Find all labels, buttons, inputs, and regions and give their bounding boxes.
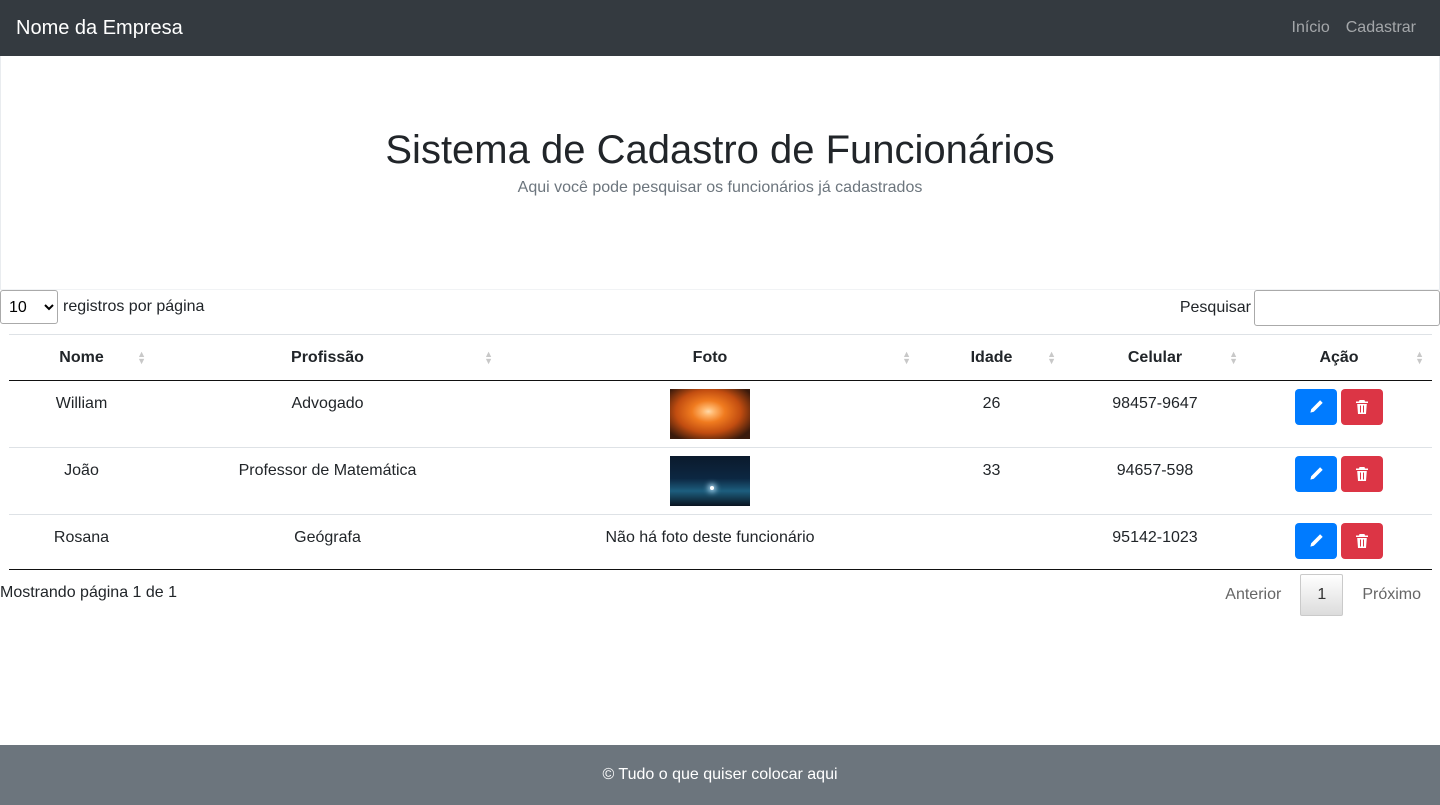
cell-profissao: Geógrafa: [154, 514, 501, 570]
column-label: Profissão: [291, 348, 364, 366]
page-subtitle: Aqui você pode pesquisar os funcionários…: [517, 179, 923, 196]
brand-link[interactable]: Nome da Empresa: [16, 17, 183, 40]
hero: Sistema de Cadastro de Funcionários Aqui…: [0, 56, 1440, 290]
cell-nome: Rosana: [9, 514, 154, 570]
footer: © Tudo o que quiser colocar aqui: [0, 745, 1440, 805]
column-label: Idade: [970, 348, 1013, 366]
cell-acao: [1246, 380, 1432, 448]
cell-foto: [501, 447, 919, 515]
delete-button[interactable]: [1341, 456, 1383, 492]
employees-table-wrapper: Nome ▲ ▼ Profissão ▲ ▼ Foto ▲ ▼ Idade ▲ ▼ Celula…: [9, 334, 1432, 570]
search-input[interactable]: [1254, 290, 1440, 326]
cell-idade: 26: [919, 380, 1064, 448]
column-label: Nome: [59, 348, 104, 366]
edit-button[interactable]: [1295, 389, 1337, 425]
cell-foto: [501, 380, 919, 448]
table-header-row: Nome ▲ ▼ Profissão ▲ ▼ Foto ▲ ▼ Idade ▲ ▼ Celula…: [9, 334, 1432, 381]
column-label: Ação: [1319, 348, 1359, 366]
search-label: Pesquisar: [1179, 299, 1251, 316]
edit-button[interactable]: [1295, 456, 1337, 492]
records-per-page: 10 registros por página: [0, 290, 204, 324]
delete-button[interactable]: [1341, 523, 1383, 559]
nav-link-inicio[interactable]: Início: [1292, 19, 1330, 37]
row-actions: [1246, 389, 1432, 425]
next-page-button[interactable]: Próximo: [1343, 586, 1440, 604]
column-header-idade[interactable]: Idade ▲ ▼: [919, 334, 1064, 381]
cell-celular: 94657-598: [1064, 447, 1246, 515]
pagination: Anterior 1 Próximo: [1206, 574, 1440, 616]
column-header-nome[interactable]: Nome ▲ ▼: [9, 334, 154, 381]
previous-page-button[interactable]: Anterior: [1206, 586, 1300, 604]
cell-nome: William: [9, 380, 154, 448]
sort-icon: ▲ ▼: [1415, 348, 1424, 366]
cell-profissao: Advogado: [154, 380, 501, 448]
table-row: William Advogado 26 98457-9647: [9, 380, 1432, 448]
pencil-icon: [1310, 534, 1323, 547]
page-button-current[interactable]: 1: [1300, 574, 1344, 616]
delete-button[interactable]: [1341, 389, 1383, 425]
column-header-celular[interactable]: Celular ▲ ▼: [1064, 334, 1246, 381]
cell-celular: 95142-1023: [1064, 514, 1246, 570]
cell-idade: 33: [919, 447, 1064, 515]
sort-icon: ▲ ▼: [484, 348, 493, 366]
pencil-icon: [1310, 467, 1323, 480]
nav-link-cadastrar[interactable]: Cadastrar: [1346, 19, 1416, 37]
employee-photo: [670, 389, 750, 439]
trash-icon: [1356, 534, 1368, 548]
column-label: Foto: [692, 348, 728, 366]
row-actions: [1246, 523, 1432, 559]
column-header-foto[interactable]: Foto ▲ ▼: [501, 334, 919, 381]
sort-icon: ▲ ▼: [902, 348, 911, 366]
table-row: Rosana Geógrafa Não há foto deste funcio…: [9, 514, 1432, 570]
column-header-profissao[interactable]: Profissão ▲ ▼: [154, 334, 501, 381]
page-title: Sistema de Cadastro de Funcionários: [385, 128, 1055, 172]
column-label: Celular: [1127, 348, 1183, 366]
sort-icon: ▲ ▼: [1047, 348, 1056, 366]
edit-button[interactable]: [1295, 523, 1337, 559]
trash-icon: [1356, 400, 1368, 414]
column-header-acao[interactable]: Ação ▲ ▼: [1246, 334, 1432, 381]
cell-acao: [1246, 514, 1432, 570]
records-per-page-label: registros por página: [63, 298, 205, 315]
nav-links: Início Cadastrar: [1292, 19, 1425, 37]
row-actions: [1246, 456, 1432, 492]
navbar: Nome da Empresa Início Cadastrar: [0, 0, 1440, 56]
footer-text: © Tudo o que quiser colocar aqui: [602, 766, 838, 783]
cell-idade: [919, 514, 1064, 570]
employees-table: Nome ▲ ▼ Profissão ▲ ▼ Foto ▲ ▼ Idade ▲ ▼ Celula…: [9, 334, 1432, 570]
cell-profissao: Professor de Matemática: [154, 447, 501, 515]
sort-icon: ▲ ▼: [1229, 348, 1238, 366]
sort-icon: ▲ ▼: [137, 348, 146, 366]
cell-celular: 98457-9647: [1064, 380, 1246, 448]
cell-foto: Não há foto deste funcionário: [501, 514, 919, 570]
trash-icon: [1356, 467, 1368, 481]
cell-nome: João: [9, 447, 154, 515]
cell-acao: [1246, 447, 1432, 515]
table-row: João Professor de Matemática 33 94657-59…: [9, 447, 1432, 515]
pencil-icon: [1310, 400, 1323, 413]
records-per-page-select[interactable]: 10: [0, 290, 58, 324]
employee-photo: [670, 456, 750, 506]
table-info: Mostrando página 1 de 1: [0, 584, 178, 601]
search-box: Pesquisar: [1180, 290, 1440, 326]
